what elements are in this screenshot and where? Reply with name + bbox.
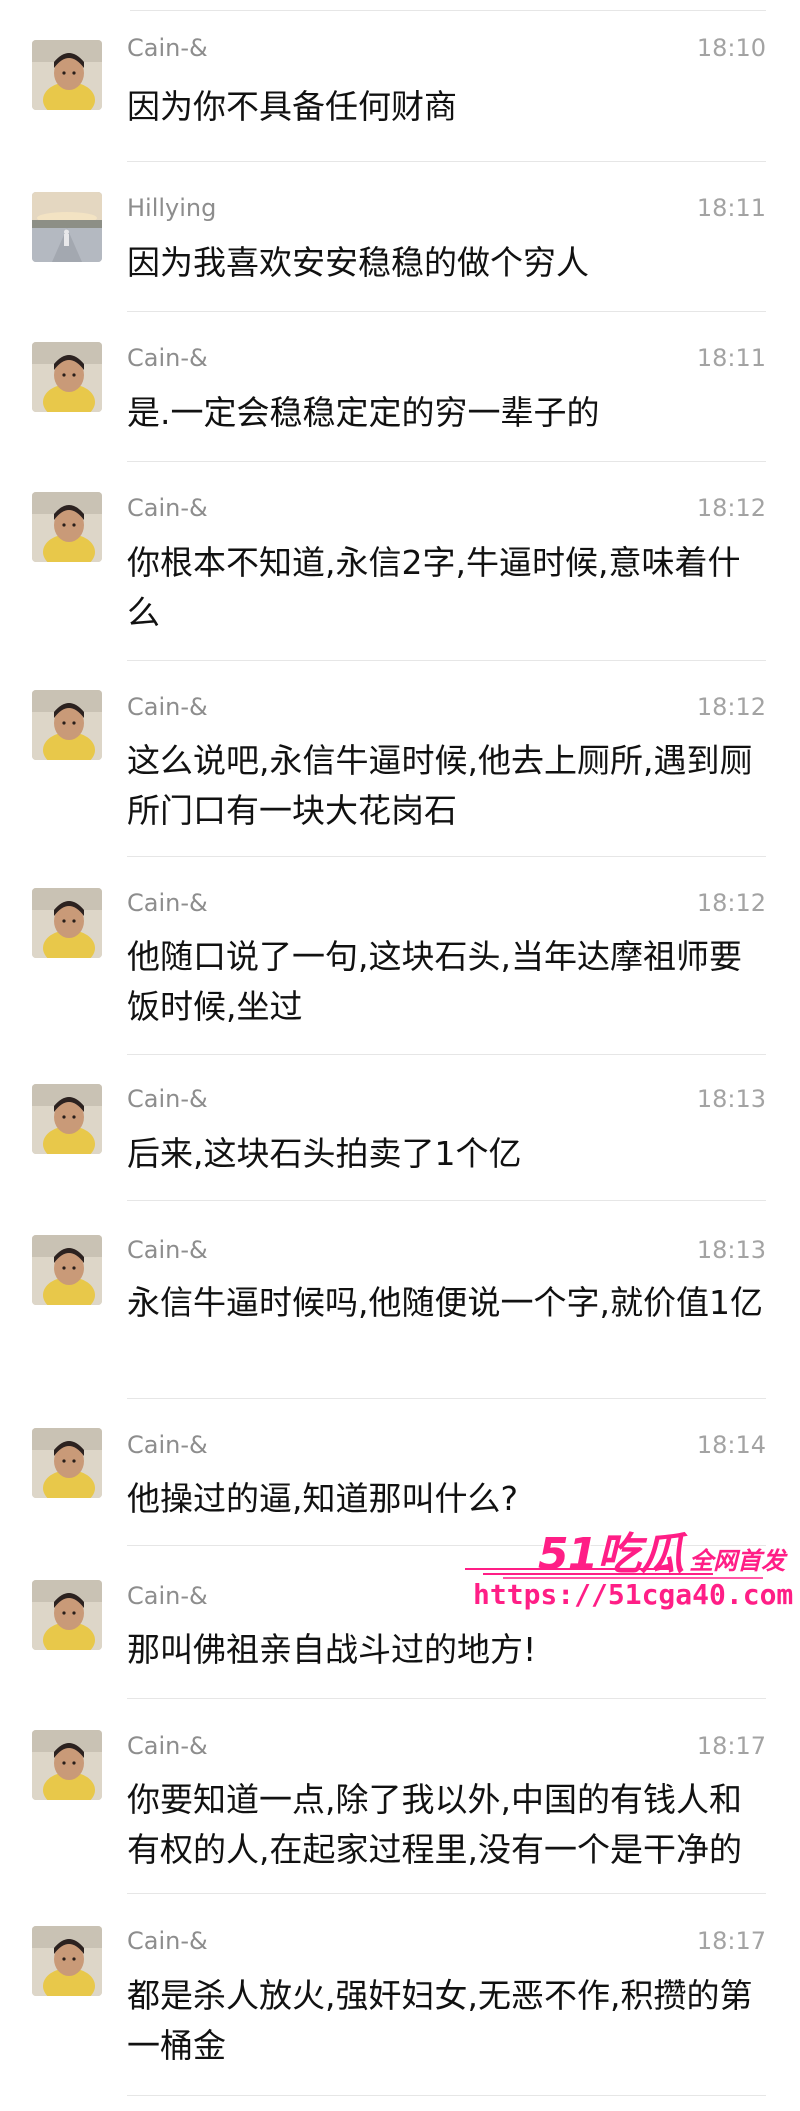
message-text: 他随口说了一句,这块石头,当年达摩祖师要饭时候,坐过: [127, 937, 742, 1026]
message-text: 因为你不具备任何财商: [127, 87, 457, 126]
sender-name: Cain-&: [127, 1431, 208, 1459]
message-time: 18:17: [696, 1732, 766, 1760]
site-watermark: 51吃瓜 全网首发 https://51cga40.com: [463, 1518, 793, 1618]
sender-name: Hillying: [127, 194, 217, 222]
message-text: 永信牛逼时候吗,他随便说一个字,就价值1亿: [127, 1283, 763, 1322]
message-text: 你要知道一点,除了我以外,中国的有钱人和有权的人,在起家过程里,没有一个是干净的: [127, 1780, 742, 1869]
message-time: 18:12: [696, 693, 766, 721]
toddler-avatar[interactable]: [32, 1730, 102, 1800]
toddler-avatar[interactable]: [32, 1580, 102, 1650]
toddler-avatar[interactable]: [32, 1235, 102, 1305]
message-time: 18:10: [696, 34, 766, 62]
sender-name: Cain-&: [127, 1927, 208, 1955]
message-time: 18:17: [696, 1927, 766, 1955]
divider: [127, 311, 766, 312]
sender-name: Cain-&: [127, 693, 208, 721]
divider: [127, 2095, 766, 2096]
message-text: 因为我喜欢安安稳稳的做个穷人: [127, 243, 589, 282]
message-text: 他操过的逼,知道那叫什么?: [127, 1479, 519, 1518]
message-text: 你根本不知道,永信2字,牛逼时候,意味着什么: [127, 543, 741, 632]
toddler-avatar[interactable]: [32, 1084, 102, 1154]
message-time: 18:12: [696, 889, 766, 917]
divider: [127, 1893, 766, 1894]
message-time: 18:13: [696, 1236, 766, 1264]
message-time: 18:11: [696, 194, 766, 222]
landscape-avatar[interactable]: [32, 192, 102, 262]
sender-name: Cain-&: [127, 344, 208, 372]
divider: [127, 660, 766, 661]
message-text: 那叫佛祖亲自战斗过的地方!: [127, 1630, 537, 1669]
message-text: 都是杀人放火,强奸妇女,无恶不作,积攒的第一桶金: [127, 1976, 753, 2065]
divider: [127, 1398, 766, 1399]
divider: [127, 1698, 766, 1699]
message-time: 18:14: [696, 1431, 766, 1459]
divider: [127, 461, 766, 462]
sender-name: Cain-&: [127, 494, 208, 522]
divider: [127, 856, 766, 857]
divider: [127, 1200, 766, 1201]
toddler-avatar[interactable]: [32, 888, 102, 958]
sender-name: Cain-&: [127, 1085, 208, 1113]
toddler-avatar[interactable]: [32, 1428, 102, 1498]
sender-name: Cain-&: [127, 889, 208, 917]
message-time: 18:13: [696, 1085, 766, 1113]
watermark-url: https://51cga40.com: [473, 1578, 794, 1611]
sender-name: Cain-&: [127, 1582, 208, 1610]
sender-name: Cain-&: [127, 1236, 208, 1264]
toddler-avatar[interactable]: [32, 342, 102, 412]
divider: [127, 161, 766, 162]
message-time: 18:12: [696, 494, 766, 522]
toddler-avatar[interactable]: [32, 690, 102, 760]
toddler-avatar[interactable]: [32, 1926, 102, 1996]
divider: [127, 1054, 766, 1055]
message-text: 后来,这块石头拍卖了1个亿: [127, 1134, 522, 1173]
divider: [130, 10, 766, 11]
toddler-avatar[interactable]: [32, 492, 102, 562]
message-text: 是.一定会稳稳定定的穷一辈子的: [127, 393, 600, 432]
message-text: 这么说吧,永信牛逼时候,他去上厕所,遇到厕所门口有一块大花岗石: [127, 741, 753, 830]
message-time: 18:11: [696, 344, 766, 372]
sender-name: Cain-&: [127, 1732, 208, 1760]
toddler-avatar[interactable]: [32, 40, 102, 110]
sender-name: Cain-&: [127, 34, 208, 62]
